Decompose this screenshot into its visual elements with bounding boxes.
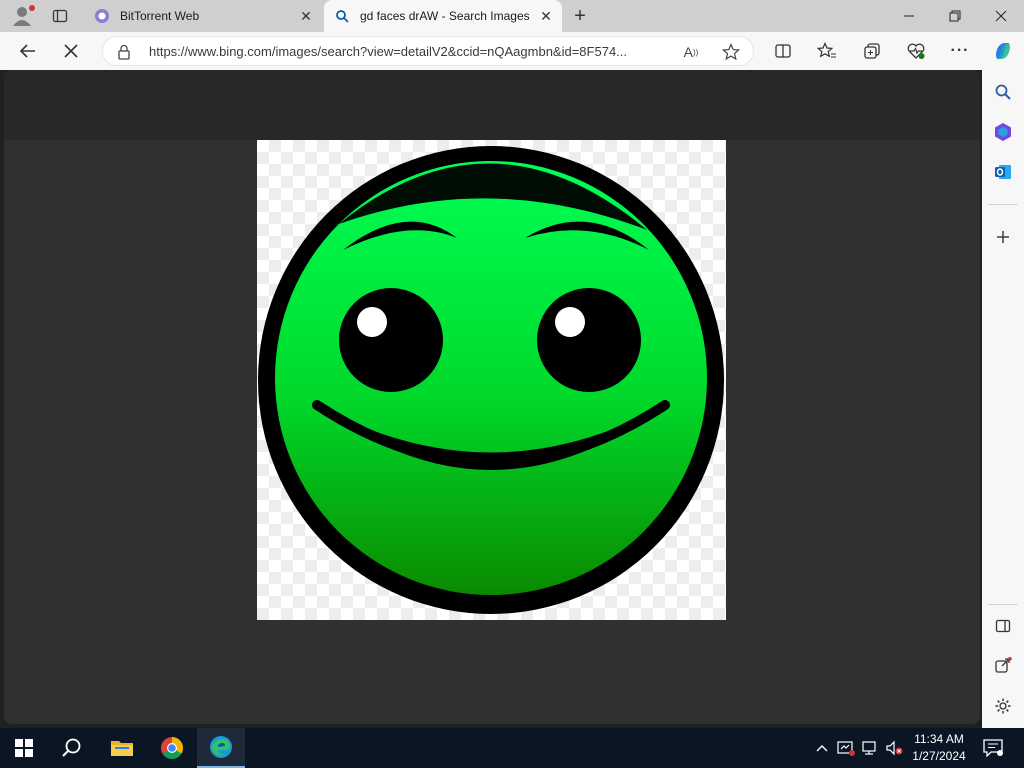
close-window-button[interactable]: [978, 0, 1024, 32]
network-icon: [862, 741, 876, 755]
sidebar-divider: [988, 204, 1018, 205]
outlook-icon: [995, 165, 1011, 179]
edge-button[interactable]: [197, 728, 245, 768]
chrome-button[interactable]: [148, 728, 196, 768]
sidebar-search-button[interactable]: [991, 80, 1015, 104]
taskbar-clock[interactable]: 11:34 AM 1/27/2024: [906, 731, 972, 765]
notifications-button[interactable]: [980, 736, 1006, 760]
plus-icon: +: [574, 4, 586, 27]
search-icon: [995, 84, 1011, 100]
collections-button[interactable]: [857, 36, 887, 66]
clock-time: 11:34 AM: [914, 732, 964, 746]
profile-icon: [13, 5, 35, 26]
settings-menu-button[interactable]: ···: [945, 36, 975, 66]
more-icon: ···: [950, 42, 970, 59]
notification-icon: [983, 739, 1003, 757]
restore-button[interactable]: [932, 0, 978, 32]
split-screen-icon: [775, 44, 791, 58]
chevron-up-icon: [816, 745, 828, 752]
split-screen-button[interactable]: [768, 36, 798, 66]
stop-button[interactable]: [56, 36, 86, 66]
copilot-icon: [996, 43, 1010, 59]
windows-taskbar: 11:34 AM 1/27/2024: [0, 728, 1024, 768]
close-icon: [995, 10, 1007, 22]
stop-icon: [64, 44, 78, 58]
image-viewer-header: [4, 70, 980, 140]
security-warning-icon: [837, 741, 855, 756]
minimize-button[interactable]: [886, 0, 932, 32]
sidebar-outlook-button[interactable]: [991, 160, 1015, 184]
browser-essentials-button[interactable]: [901, 36, 931, 66]
restore-icon: [949, 10, 961, 22]
bittorrent-icon: [94, 8, 110, 24]
lock-icon[interactable]: [117, 44, 131, 60]
collections-icon: [864, 43, 880, 59]
profile-button[interactable]: [8, 4, 36, 28]
tab-actions-icon: [52, 9, 68, 23]
folder-icon: [111, 741, 133, 756]
volume-tray-button[interactable]: [884, 738, 904, 758]
minimize-icon: [904, 15, 914, 17]
chrome-icon: [161, 737, 183, 759]
back-arrow-icon: [19, 44, 35, 58]
tab-search-images[interactable]: gd faces drAW - Search Images ✕: [324, 0, 562, 32]
new-tab-button[interactable]: +: [566, 4, 594, 28]
url-text[interactable]: https://www.bing.com/images/search?view=…: [149, 44, 675, 59]
sidebar-divider: [988, 604, 1018, 605]
show-hidden-icons-button[interactable]: [812, 738, 832, 758]
sidebar-add-button[interactable]: [991, 225, 1015, 249]
tab-title: gd faces drAW - Search Images: [360, 9, 530, 23]
close-icon[interactable]: ✕: [296, 6, 316, 26]
tab-bar: BitTorrent Web ✕ gd faces drAW - Search …: [0, 0, 1024, 32]
edge-icon: [210, 736, 232, 758]
copilot-button[interactable]: [988, 36, 1018, 66]
sidebar-external-link-button[interactable]: [991, 654, 1015, 678]
navigation-bar: https://www.bing.com/images/search?view=…: [0, 32, 1024, 70]
green-smiley-face-image: [258, 146, 724, 614]
edge-sidebar: [982, 70, 1024, 728]
taskbar-search-button[interactable]: [48, 728, 96, 768]
tab-title: BitTorrent Web: [120, 9, 200, 23]
file-explorer-button[interactable]: [98, 728, 146, 768]
favorites-button[interactable]: [812, 36, 842, 66]
plus-icon: [997, 231, 1009, 243]
close-icon[interactable]: ✕: [536, 6, 556, 26]
network-tray-button[interactable]: [860, 738, 880, 758]
address-bar[interactable]: https://www.bing.com/images/search?view=…: [102, 36, 754, 66]
gear-icon: [995, 698, 1011, 714]
heart-pulse-icon: [907, 43, 925, 59]
external-link-icon: [995, 657, 1012, 673]
m365-icon: [995, 123, 1011, 141]
image-viewer: [4, 70, 980, 724]
read-aloud-icon[interactable]: A)): [681, 42, 701, 62]
sidebar-copilot-button[interactable]: [991, 120, 1015, 144]
clock-date: 1/27/2024: [912, 749, 966, 763]
start-button[interactable]: [0, 728, 48, 768]
sidebar-settings-button[interactable]: [991, 694, 1015, 718]
add-favorite-icon[interactable]: [721, 42, 741, 62]
search-icon: [62, 738, 81, 757]
sidebar-hide-button[interactable]: [991, 614, 1015, 638]
search-result-image[interactable]: [257, 140, 726, 620]
defender-tray-button[interactable]: [836, 738, 856, 758]
windows-logo-icon: [15, 739, 33, 757]
volume-muted-icon: [886, 740, 903, 756]
tab-actions-button[interactable]: [46, 4, 74, 28]
sidebar-panel-icon: [995, 619, 1011, 633]
search-icon: [334, 8, 350, 24]
back-button[interactable]: [13, 36, 43, 66]
favorites-icon: [817, 42, 836, 58]
tab-bittorrent[interactable]: BitTorrent Web ✕: [84, 0, 322, 32]
